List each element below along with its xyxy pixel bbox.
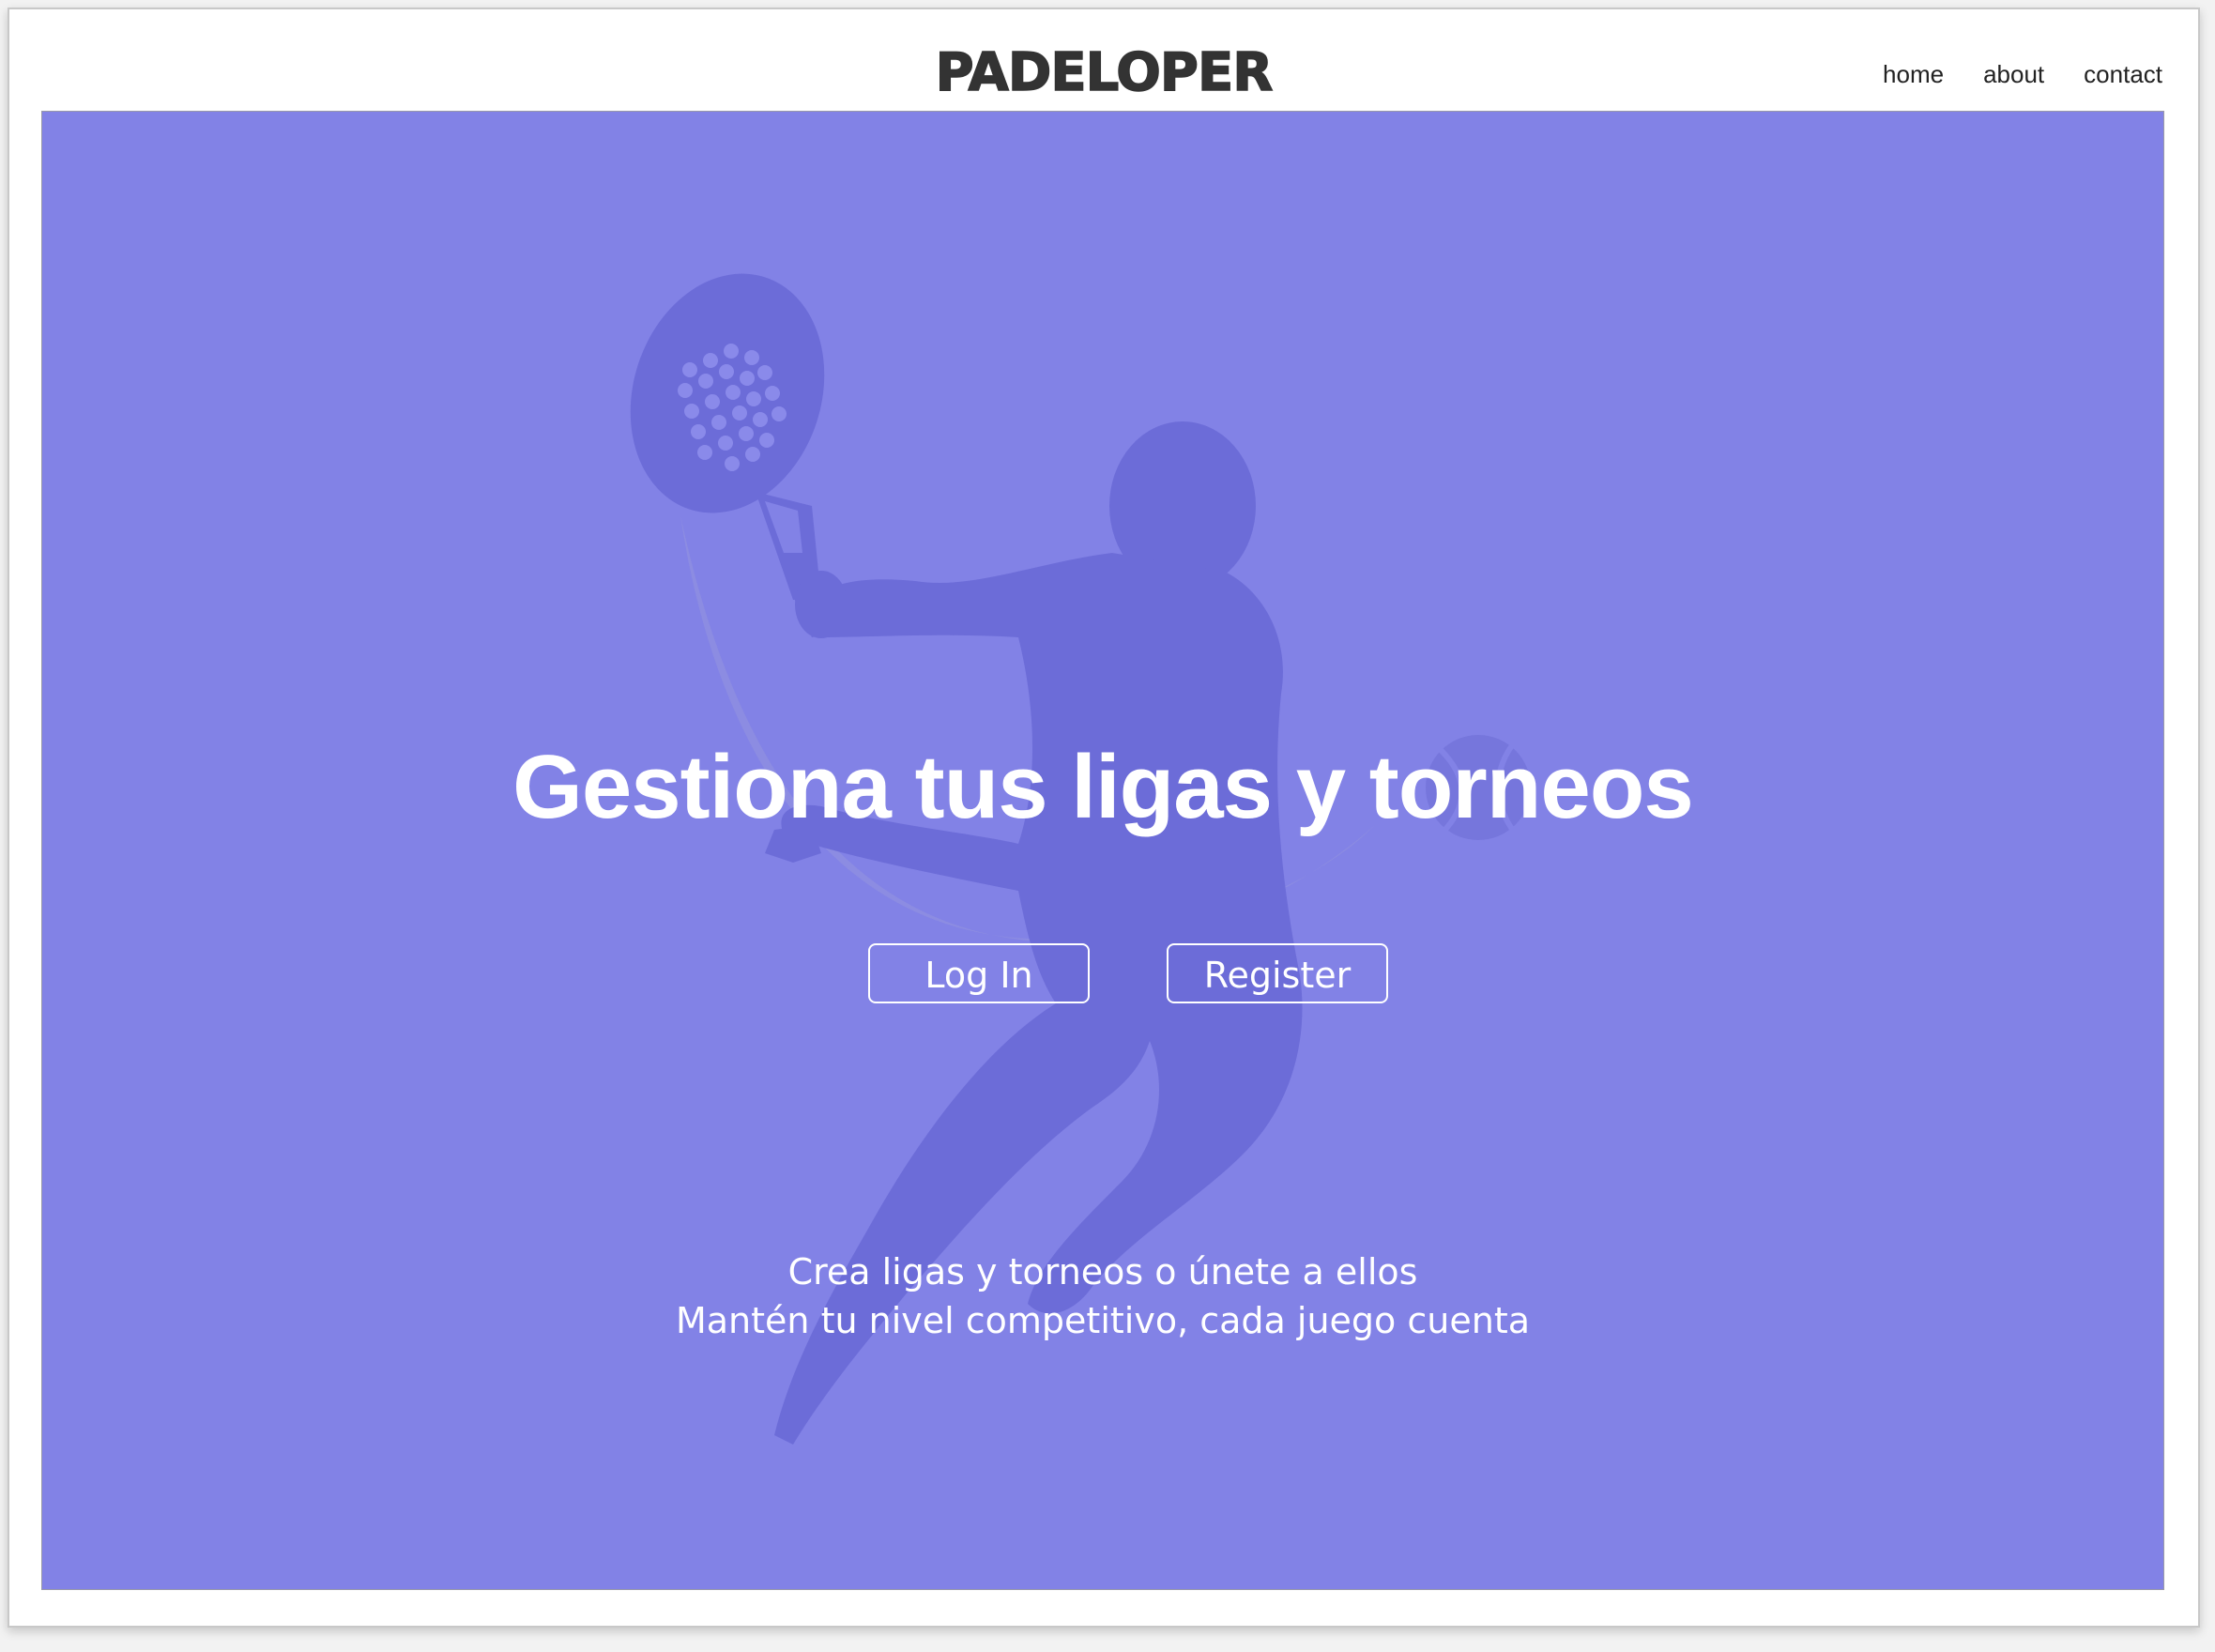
browser-window: PADELOPER home about contact Gestiona tu…	[8, 8, 2200, 1628]
register-button[interactable]: Register	[1167, 943, 1388, 1003]
nav-link-contact[interactable]: contact	[2084, 60, 2162, 89]
site-header: PADELOPER home about contact	[9, 9, 2198, 111]
main-nav: home about contact	[1883, 60, 2162, 89]
hero-section: Gestiona tus ligas y torneos Log In Regi…	[41, 111, 2164, 1590]
hero-tagline: Crea ligas y torneos o únete a ellos Man…	[42, 1247, 2163, 1345]
nav-link-about[interactable]: about	[1983, 60, 2044, 89]
login-button[interactable]: Log In	[868, 943, 1090, 1003]
tagline-line-1: Crea ligas y torneos o únete a ellos	[787, 1251, 1418, 1293]
padel-player-silhouette-icon	[630, 273, 1531, 1445]
site-logo[interactable]: PADELOPER	[822, 40, 1385, 106]
nav-link-home[interactable]: home	[1883, 60, 1944, 89]
hero-title: Gestiona tus ligas y torneos	[512, 737, 1694, 838]
tagline-line-2: Mantén tu nivel competitivo, cada juego …	[675, 1300, 1531, 1341]
